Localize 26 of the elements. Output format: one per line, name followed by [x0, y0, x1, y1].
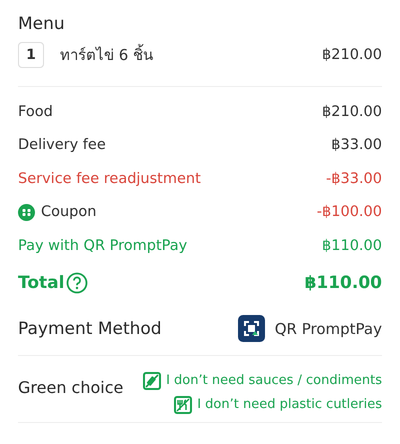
item-price: ฿210.00 — [322, 47, 382, 63]
summary-amount: ฿110.00 — [322, 238, 382, 254]
summary-amount: -฿33.00 — [326, 170, 382, 187]
no-sauce-icon — [143, 372, 162, 390]
summary-label: Delivery fee — [18, 137, 106, 154]
quantity-badge: 1 — [18, 42, 44, 68]
summary-amount: ฿33.00 — [331, 137, 382, 154]
summary-label: Pay with QR PromptPay — [18, 238, 188, 254]
eco-choice-option: I don’t need sauces / condiments — [166, 373, 382, 388]
eco-choice-label: Green choice — [18, 378, 124, 398]
payment-method-label: Payment Method — [18, 318, 162, 338]
coupon-icon — [18, 204, 35, 221]
section-title: Menu — [18, 14, 66, 34]
summary-label: Food — [18, 104, 53, 120]
item-name: ทาร์ตไข่ 6 ชิ้น — [60, 43, 154, 66]
summary-amount: -฿100.00 — [316, 204, 382, 220]
summary-amount: ฿210.00 — [322, 104, 382, 120]
qr-scan-icon — [238, 315, 265, 342]
payment-method-value: QR PromptPay — [274, 320, 382, 338]
total-label: Total — [18, 272, 64, 292]
help-icon[interactable] — [66, 272, 88, 294]
eco-choice-option: I don’t need plastic cutleries — [197, 397, 382, 412]
summary-label: Service fee readjustment — [18, 170, 201, 187]
summary-label: Coupon — [41, 204, 96, 220]
no-cutlery-icon — [174, 396, 192, 414]
total-amount: ฿110.00 — [304, 272, 382, 292]
